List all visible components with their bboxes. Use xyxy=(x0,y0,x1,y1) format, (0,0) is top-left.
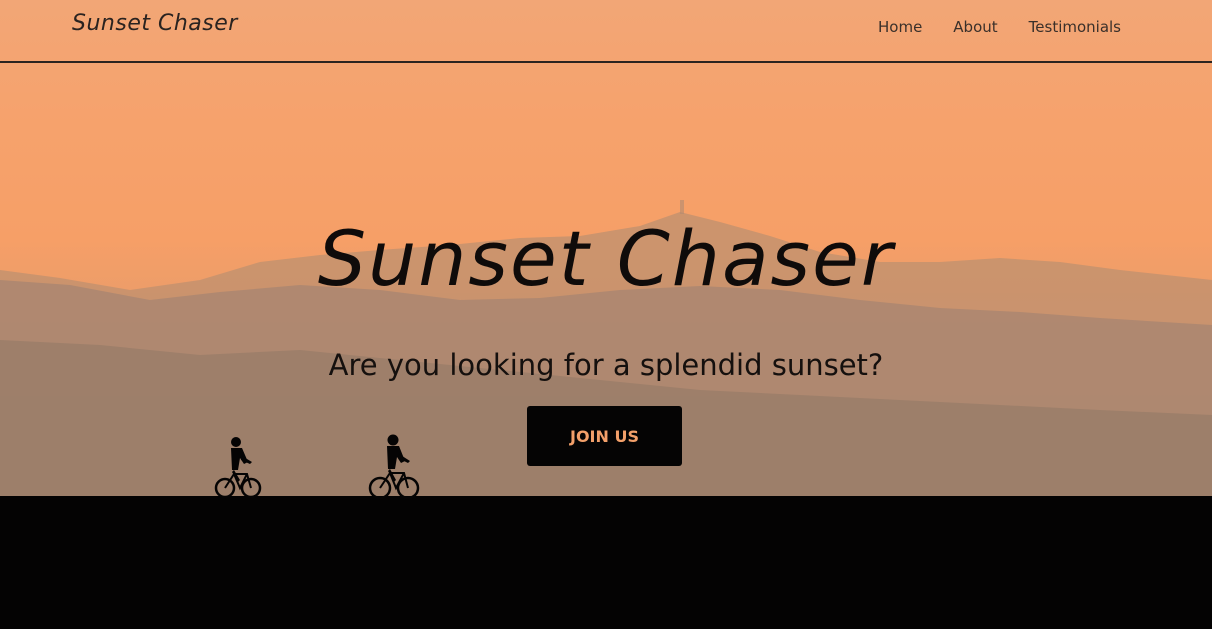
brand-logo[interactable]: Sunset Chaser xyxy=(72,11,238,36)
join-us-button[interactable]: JOIN US xyxy=(527,406,682,466)
navbar: Sunset Chaser Home About Testimonials xyxy=(0,0,1212,63)
nav-links: Home About Testimonials xyxy=(878,18,1121,36)
hero-subtitle: Are you looking for a splendid sunset? xyxy=(328,348,884,382)
hero-title: Sunset Chaser xyxy=(317,214,895,303)
nav-link-testimonials[interactable]: Testimonials xyxy=(1029,18,1121,36)
nav-link-home[interactable]: Home xyxy=(878,18,922,36)
ground-silhouette xyxy=(0,496,1212,629)
cyclist-silhouette-icon xyxy=(368,434,420,500)
cyclist-silhouette-icon xyxy=(214,437,262,499)
nav-link-about[interactable]: About xyxy=(953,18,997,36)
page: Sunset Chaser Home About Testimonials Su… xyxy=(0,0,1212,629)
